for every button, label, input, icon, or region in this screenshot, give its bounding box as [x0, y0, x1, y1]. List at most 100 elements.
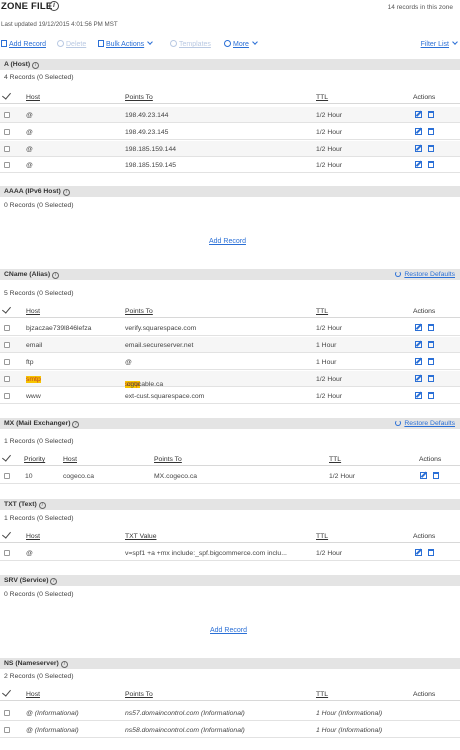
column-host[interactable]: Host	[26, 94, 40, 101]
select-all-check-icon[interactable]	[2, 452, 11, 462]
row-checkbox[interactable]	[4, 393, 10, 399]
points-to-cell: verify.squarespace.com	[125, 325, 197, 332]
info-icon[interactable]: i	[50, 578, 58, 585]
edit-icon[interactable]	[415, 358, 422, 365]
ttl-cell: 1/2 Hour	[316, 112, 343, 119]
edit-icon[interactable]	[420, 472, 427, 479]
ttl-cell: 1 Hour (Informational)	[316, 710, 383, 717]
row-checkbox[interactable]	[4, 325, 10, 331]
row-checkbox[interactable]	[4, 376, 10, 382]
edit-icon[interactable]	[415, 128, 422, 135]
column-points-to[interactable]: Points To	[154, 456, 182, 463]
column-actions: Actions	[413, 533, 436, 540]
delete-button[interactable]: Delete	[57, 40, 86, 48]
add-record-button[interactable]: Add Record	[1, 40, 46, 48]
row-checkbox[interactable]	[4, 112, 10, 118]
table-row: @ (Informational) ns57.domaincontrol.com…	[0, 705, 460, 721]
ttl-cell: 1/2 Hour	[316, 393, 343, 400]
records-count: 4 Records (0 Selected)	[4, 74, 74, 81]
trash-icon[interactable]	[428, 111, 434, 118]
column-priority[interactable]: Priority	[24, 456, 45, 463]
row-checkbox[interactable]	[4, 359, 10, 365]
bulk-actions-menu[interactable]: Bulk Actions	[98, 39, 153, 48]
column-ttl[interactable]: TTL	[316, 691, 328, 698]
points-to-cell: email.secureserver.net	[125, 342, 194, 349]
table-row: @ (Informational) ns58.domaincontrol.com…	[0, 722, 460, 738]
trash-icon[interactable]	[428, 392, 434, 399]
records-summary: 14 records in this zone	[387, 4, 453, 11]
trash-icon[interactable]	[428, 161, 434, 168]
column-ttl[interactable]: TTL	[316, 533, 328, 540]
row-checkbox[interactable]	[4, 162, 10, 168]
row-checkbox[interactable]	[4, 473, 10, 479]
table-row: bjzaczae739l846lefza verify.squarespace.…	[0, 320, 460, 336]
row-checkbox[interactable]	[4, 550, 10, 556]
chevron-down-icon	[252, 39, 258, 45]
restore-icon	[395, 420, 402, 426]
edit-icon[interactable]	[415, 161, 422, 168]
table-row: @ 198.49.23.144 1/2 Hour	[0, 107, 460, 123]
trash-icon[interactable]	[428, 324, 434, 331]
select-all-check-icon[interactable]	[2, 304, 11, 314]
add-record-link[interactable]: Add Record	[210, 627, 247, 634]
section-header-txt: TXT (Text) i	[0, 499, 460, 510]
host-cell: @	[26, 550, 33, 557]
edit-icon[interactable]	[415, 341, 422, 348]
trash-icon[interactable]	[428, 549, 434, 556]
section-title: SRV (Service)	[4, 577, 49, 584]
info-icon[interactable]: i	[32, 62, 40, 69]
info-icon[interactable]: i	[49, 1, 59, 11]
host-cell: @	[26, 162, 33, 169]
edit-icon[interactable]	[415, 392, 422, 399]
select-all-check-icon[interactable]	[2, 529, 11, 539]
row-checkbox[interactable]	[4, 727, 10, 733]
filter-list-menu[interactable]: Filter List	[421, 39, 458, 48]
add-record-link[interactable]: Add Record	[209, 238, 246, 245]
column-ttl[interactable]: TTL	[329, 456, 341, 463]
column-points-to[interactable]: Points To	[125, 94, 153, 101]
templates-button[interactable]: Templates	[170, 40, 211, 48]
more-menu[interactable]: More	[224, 39, 258, 48]
column-ttl[interactable]: TTL	[316, 308, 328, 315]
select-all-check-icon[interactable]	[2, 90, 11, 100]
edit-icon[interactable]	[415, 375, 422, 382]
info-icon[interactable]: i	[60, 661, 68, 668]
table-row: @ v=spf1 +a +mx include:_spf.bigcommerce…	[0, 545, 460, 561]
priority-cell: 10	[25, 473, 33, 480]
row-checkbox[interactable]	[4, 710, 10, 716]
trash-icon[interactable]	[433, 472, 439, 479]
select-all-check-icon[interactable]	[2, 687, 11, 697]
ttl-cell: 1 Hour (Informational)	[316, 727, 383, 734]
column-host[interactable]: Host	[26, 691, 40, 698]
restore-defaults-link[interactable]: Restore Defaults	[395, 420, 455, 427]
trash-icon[interactable]	[428, 341, 434, 348]
edit-icon[interactable]	[415, 549, 422, 556]
row-checkbox[interactable]	[4, 129, 10, 135]
trash-icon[interactable]	[428, 145, 434, 152]
ttl-cell: 1/2 Hour	[316, 550, 343, 557]
edit-icon[interactable]	[415, 111, 422, 118]
trash-icon[interactable]	[428, 128, 434, 135]
info-icon[interactable]: i	[52, 272, 60, 279]
trash-icon[interactable]	[428, 375, 434, 382]
column-ttl[interactable]: TTL	[316, 94, 328, 101]
section-header-aaaa: AAAA (IPv6 Host) i	[0, 186, 460, 197]
records-count: 0 Records (0 Selected)	[4, 202, 74, 209]
column-host[interactable]: Host	[26, 308, 40, 315]
info-icon[interactable]: i	[72, 421, 80, 428]
row-checkbox[interactable]	[4, 146, 10, 152]
page-header: ZONE FILE i 14 records in this zone Last…	[0, 0, 460, 34]
column-points-to[interactable]: Points To	[125, 691, 153, 698]
info-icon[interactable]: i	[38, 502, 46, 509]
column-points-to[interactable]: Points To	[125, 308, 153, 315]
column-txt-value[interactable]: TXT Value	[125, 533, 156, 540]
row-checkbox[interactable]	[4, 342, 10, 348]
column-host[interactable]: Host	[26, 533, 40, 540]
restore-defaults-link[interactable]: Restore Defaults	[395, 271, 455, 278]
edit-icon[interactable]	[415, 324, 422, 331]
ttl-cell: 1/2 Hour	[316, 146, 343, 153]
column-host[interactable]: Host	[63, 456, 77, 463]
trash-icon[interactable]	[428, 358, 434, 365]
edit-icon[interactable]	[415, 145, 422, 152]
info-icon[interactable]: i	[62, 189, 70, 196]
